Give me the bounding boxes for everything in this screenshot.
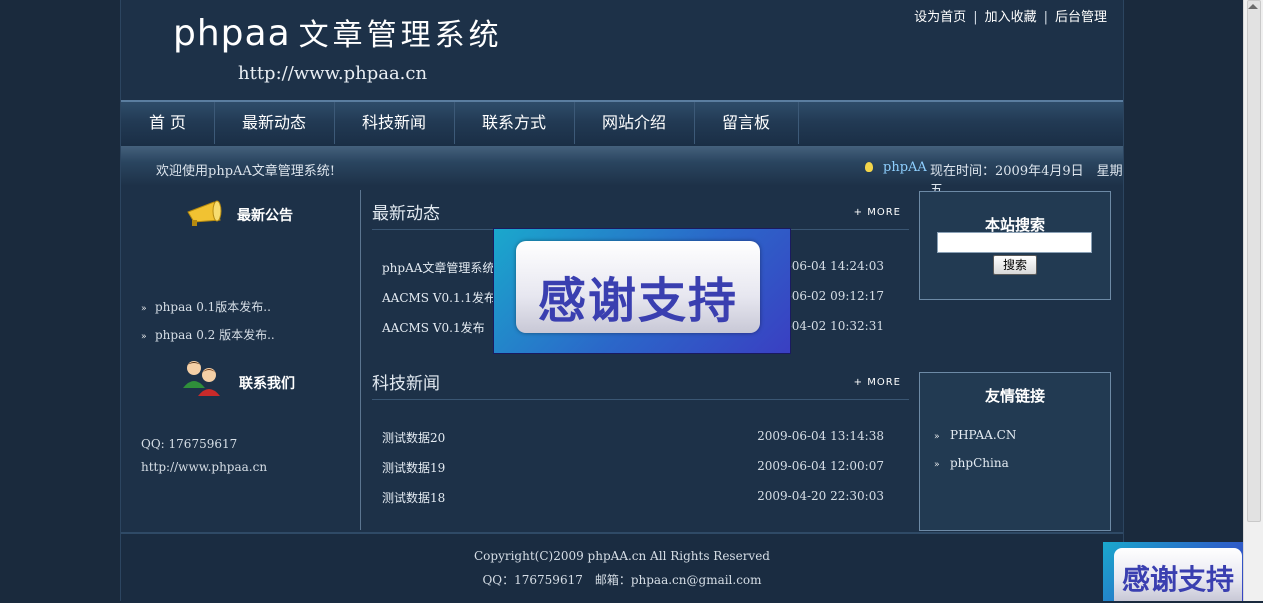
thanks-float-text: 感谢支持 [1121,563,1234,596]
arrow-icon: » [934,460,940,470]
arrow-icon: » [141,332,147,342]
scrollbar-thumb[interactable] [1247,0,1261,522]
news-title[interactable]: 测试数据19 [382,459,445,476]
nav-item-latest[interactable]: 最新动态 [214,102,335,144]
news-row[interactable]: 测试数据20 2009-06-04 13:14:38 [382,429,884,459]
arrow-icon: » [934,432,940,442]
separator: | [973,10,978,25]
section-header: 最新动态 + MORE [372,191,909,230]
notice-title: 最新公告 [237,208,293,224]
news-row[interactable]: 测试数据19 2009-06-04 12:00:07 [382,459,884,489]
copyright-text: Copyright(C)2009 phpAA.cn All Rights Res… [473,549,770,563]
list-item[interactable]: » phpaa 0.2 版本发布.. [141,326,275,354]
set-homepage-link[interactable]: 设为首页 [914,10,966,25]
section-header: 科技新闻 + MORE [372,361,909,400]
vertical-scrollbar[interactable] [1243,0,1263,601]
site-footer: Copyright(C)2009 phpAA.cn All Rights Res… [121,532,1123,603]
logo-english: phpaa [173,13,291,54]
notice-link[interactable]: phpaa 0.2 版本发布.. [155,328,275,342]
tech-news-section: 科技新闻 + MORE 测试数据20 2009-06-04 13:14:38 测… [372,361,909,521]
arrow-icon: » [141,304,147,314]
news-title[interactable]: phpAA文章管理系统 [382,259,494,276]
friend-links-list: » PHPAA.CN » phpChina [934,428,1016,484]
more-link[interactable]: + MORE [854,207,901,218]
list-item[interactable]: » PHPAA.CN [934,428,1016,456]
section-title: 科技新闻 [372,374,440,394]
thanks-banner-text: 感谢支持 [537,273,738,329]
main-nav: 首 页 最新动态 科技新闻 联系方式 网站介绍 留言板 [121,100,1123,146]
contact-url[interactable]: http://www.phpaa.cn [141,460,267,474]
friend-links-title: 友情链接 [984,387,1045,405]
separator: | [1043,10,1048,25]
welcome-bar: 欢迎使用phpAA文章管理系统! phpAA 现在时间：2009年4月9日 星期… [121,146,1123,198]
notice-link[interactable]: phpaa 0.1版本发布.. [155,300,271,314]
thanks-banner-button: 感谢支持 [516,241,760,333]
news-title[interactable]: 测试数据18 [382,489,445,506]
logo-chinese: 文章管理系统 [298,18,503,53]
section-title: 最新动态 [372,204,440,224]
search-input[interactable] [937,232,1092,253]
news-date: 2009-06-04 13:14:38 [757,429,884,443]
site-logo[interactable]: phpaa 文章管理系统 [173,10,503,54]
admin-link[interactable]: 后台管理 [1055,10,1107,25]
friend-link[interactable]: PHPAA.CN [950,428,1016,442]
contact-title: 联系我们 [239,376,295,392]
welcome-text: 欢迎使用phpAA文章管理系统! [156,164,336,179]
search-panel: 本站搜索 搜索 [919,191,1111,300]
nav-item-guestbook[interactable]: 留言板 [694,102,799,144]
thanks-banner[interactable]: 感谢支持 [493,228,791,354]
news-date: 2009-06-04 12:00:07 [757,459,884,473]
contact-qq: QQ: 176759617 [141,437,238,451]
news-row[interactable]: 测试数据18 2009-04-20 22:30:03 [382,489,884,519]
scroll-up-icon[interactable] [1248,4,1258,9]
welcome-user[interactable]: phpAA [883,160,927,175]
footer-contact: QQ：176759617 邮箱：phpaa.cn@gmail.com [482,573,762,587]
add-favorite-link[interactable]: 加入收藏 [985,10,1037,25]
nav-item-tech-news[interactable]: 科技新闻 [334,102,455,144]
left-sidebar: 最新公告 » phpaa 0.1版本发布.. » phpaa 0.2 版本发布.. … [121,190,361,530]
nav-item-home[interactable]: 首 页 [121,102,215,144]
nav-item-about[interactable]: 网站介绍 [574,102,695,144]
nav-item-contact[interactable]: 联系方式 [454,102,575,144]
list-item[interactable]: » phpaa 0.1版本发布.. [141,298,275,326]
thanks-float-button: 感谢支持 [1114,548,1242,601]
users-icon [183,361,220,396]
news-title[interactable]: AACMS V0.1.1发布 [382,289,496,306]
friend-links-panel: 友情链接 » PHPAA.CN » phpChina [919,372,1111,531]
news-title[interactable]: AACMS V0.1发布 [382,319,485,336]
site-header: phpaa 文章管理系统 http://www.phpaa.cn 设为首页 | 加入收… [121,0,1123,100]
news-title[interactable]: 测试数据20 [382,429,445,446]
notice-list: » phpaa 0.1版本发布.. » phpaa 0.2 版本发布.. [141,298,275,354]
news-date: 2009-04-20 22:30:03 [757,489,884,503]
megaphone-icon [187,200,222,226]
lightbulb-icon [865,162,873,172]
top-links: 设为首页 | 加入收藏 | 后台管理 [914,6,1107,25]
list-item[interactable]: » phpChina [934,456,1016,484]
search-button[interactable]: 搜索 [993,255,1037,275]
logo-url: http://www.phpaa.cn [238,63,428,84]
more-link[interactable]: + MORE [854,377,901,388]
thanks-float-banner[interactable]: 感谢支持 [1103,542,1253,601]
friend-link[interactable]: phpChina [950,456,1009,470]
